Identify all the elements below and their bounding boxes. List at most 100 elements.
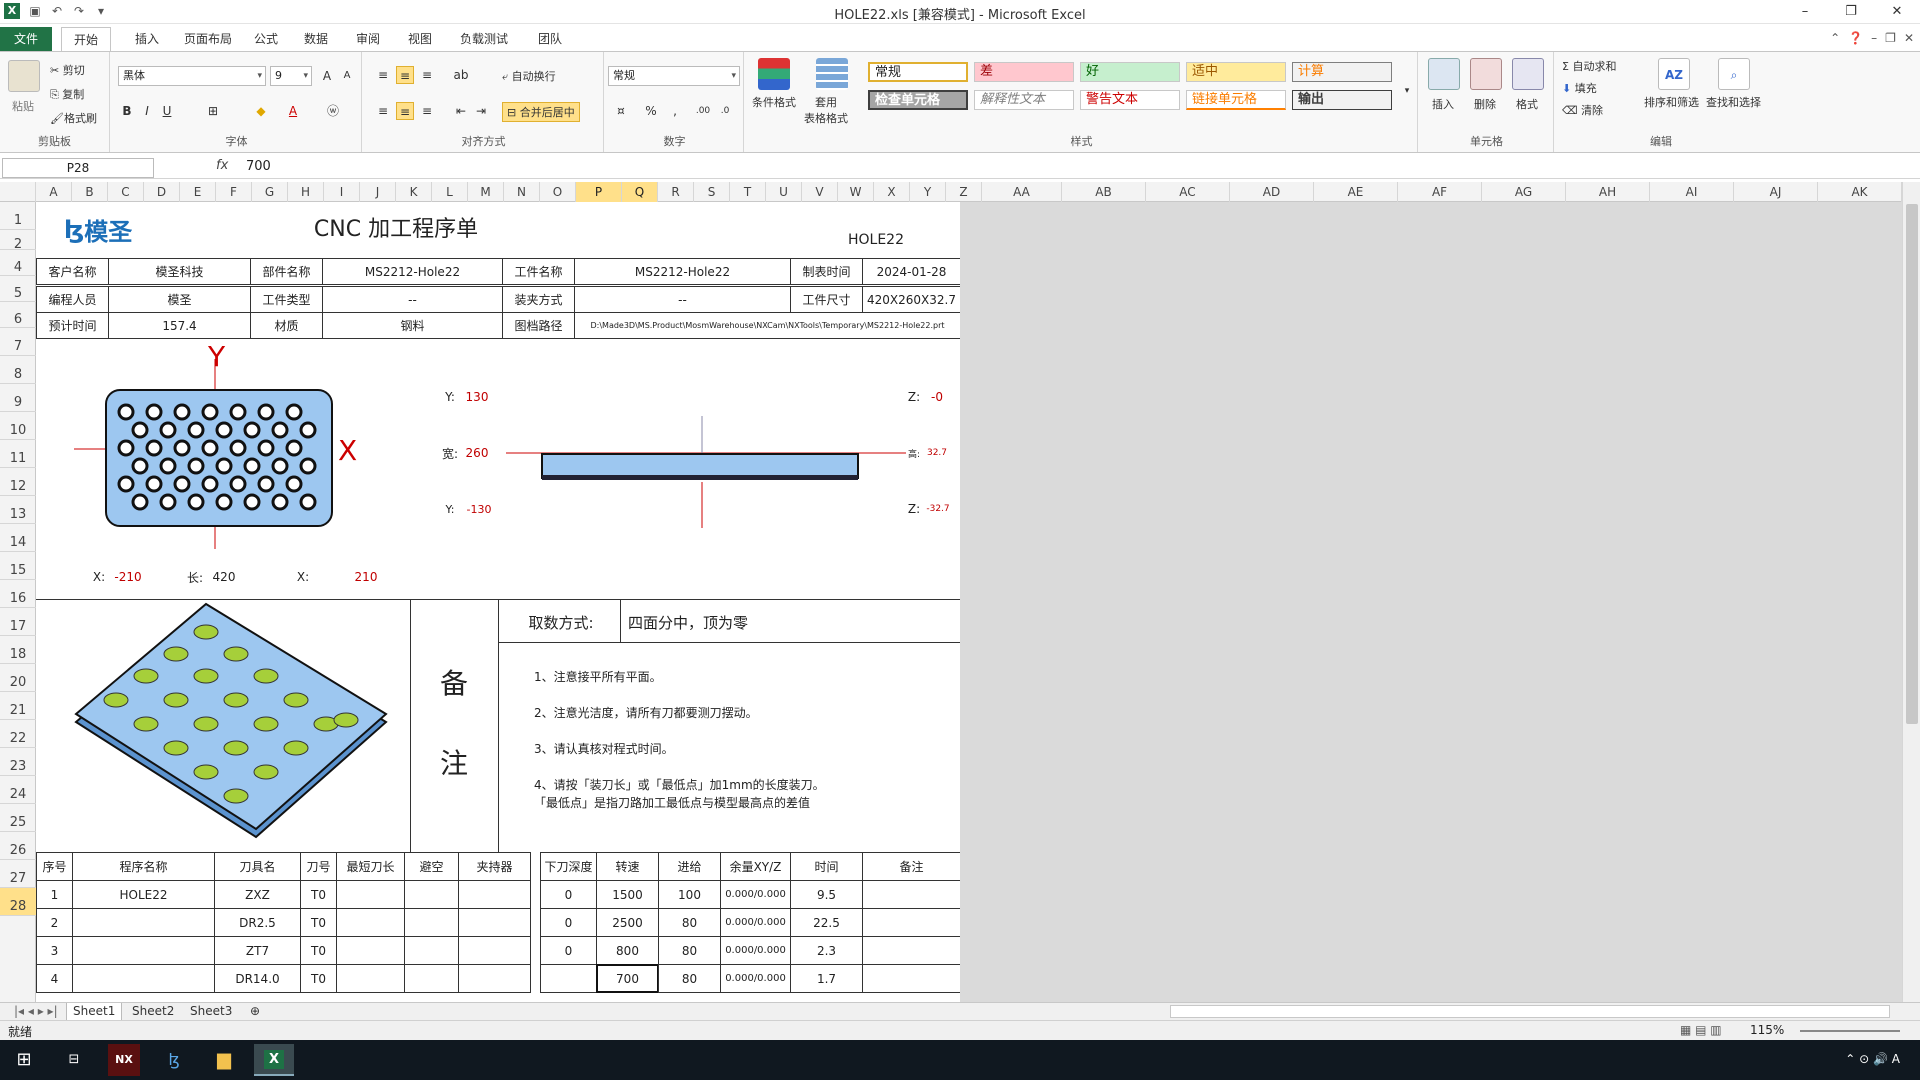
increase-indent-icon[interactable]: ⇥ xyxy=(472,102,490,120)
sheet-tab-2[interactable]: Sheet2 xyxy=(126,1003,180,1021)
col-header-d[interactable]: D xyxy=(144,182,180,202)
empty-sheet-area[interactable] xyxy=(960,202,1902,1002)
row-header-1[interactable]: 1 xyxy=(0,202,36,230)
table-cell-1-3[interactable]: T0 xyxy=(300,908,337,937)
col-header-c[interactable]: C xyxy=(108,182,144,202)
sort-filter-button[interactable]: 排序和筛选 xyxy=(1644,94,1699,110)
col-header-ak[interactable]: AK xyxy=(1818,182,1902,202)
col-header-n[interactable]: N xyxy=(504,182,540,202)
fill-button[interactable]: ⬇ 填充 xyxy=(1562,80,1597,96)
sort-filter-icon[interactable]: AZ xyxy=(1658,58,1690,90)
col-header-o[interactable]: O xyxy=(540,182,576,202)
col-header-u[interactable]: U xyxy=(766,182,802,202)
style-output[interactable]: 输出 xyxy=(1292,90,1392,110)
wb-restore-icon[interactable]: ❐ xyxy=(1885,31,1896,45)
insert-cells-icon[interactable] xyxy=(1428,58,1460,90)
tab-page-layout[interactable]: 页面布局 xyxy=(172,27,244,51)
format-button[interactable]: 格式 xyxy=(1516,96,1538,112)
row-header-7[interactable]: 7 xyxy=(0,328,36,356)
active-cell[interactable]: 700 xyxy=(596,964,659,993)
table-cell-2-8[interactable]: 800 xyxy=(596,936,659,965)
tab-team[interactable]: 团队 xyxy=(530,27,570,51)
table-header-7[interactable]: 下刀深度 xyxy=(540,852,597,881)
clear-button[interactable]: ⌫ 清除 xyxy=(1562,102,1603,118)
wb-close-icon[interactable]: ✕ xyxy=(1904,31,1914,45)
col-header-v[interactable]: V xyxy=(802,182,838,202)
info-cell-2-1[interactable]: 157.4 xyxy=(108,312,251,339)
info-cell-0-4[interactable]: 工件名称 xyxy=(502,258,575,285)
conditional-format-icon[interactable] xyxy=(758,58,790,90)
row-header-21[interactable]: 21 xyxy=(0,692,36,720)
col-header-q[interactable]: Q xyxy=(622,182,658,202)
table-cell-1-12[interactable] xyxy=(862,908,960,937)
info-cell-2-4[interactable]: 图档路径 xyxy=(502,312,575,339)
table-cell-2-0[interactable]: 3 xyxy=(36,936,73,965)
table-cell-0-6[interactable] xyxy=(458,880,531,909)
view-buttons-icon[interactable]: ▦ ▤ ▥ xyxy=(1680,1023,1722,1037)
style-linked-cell[interactable]: 链接单元格 xyxy=(1186,90,1286,110)
table-cell-2-2[interactable]: ZT7 xyxy=(214,936,301,965)
col-header-s[interactable]: S xyxy=(694,182,730,202)
nx-app-icon[interactable]: NX xyxy=(108,1044,140,1076)
autosum-button[interactable]: Σ 自动求和 xyxy=(1562,58,1616,74)
sheet-nav-icon[interactable]: |◂ ◂ ▸ ▸| xyxy=(8,1003,64,1021)
style-normal[interactable]: 常规 xyxy=(868,62,968,82)
table-cell-2-12[interactable] xyxy=(862,936,960,965)
col-header-z[interactable]: Z xyxy=(946,182,982,202)
row-header-18[interactable]: 18 xyxy=(0,636,36,664)
col-header-ac[interactable]: AC xyxy=(1146,182,1230,202)
info-cell-2-5[interactable]: D:\Made3D\MS.Product\MosmWarehouse\NXCam… xyxy=(574,312,960,339)
row-header-22[interactable]: 22 xyxy=(0,720,36,748)
table-cell-3-1[interactable] xyxy=(72,964,215,993)
tab-file[interactable]: 文件 xyxy=(0,27,52,51)
info-cell-0-1[interactable]: 模圣科技 xyxy=(108,258,251,285)
info-cell-1-3[interactable]: -- xyxy=(322,286,503,313)
info-cell-1-7[interactable]: 420X260X32.7 xyxy=(862,286,960,313)
minimize-button[interactable]: – xyxy=(1782,0,1828,24)
align-top-icon[interactable]: ≡ xyxy=(374,66,392,84)
table-header-4[interactable]: 最短刀长 xyxy=(336,852,405,881)
paste-button[interactable]: 粘贴 xyxy=(12,98,34,114)
col-header-aj[interactable]: AJ xyxy=(1734,182,1818,202)
table-cell-0-12[interactable] xyxy=(862,880,960,909)
file-explorer-icon[interactable]: ⊟ xyxy=(54,1044,94,1076)
percent-button[interactable]: % xyxy=(642,102,660,120)
row-header-13[interactable]: 13 xyxy=(0,496,36,524)
style-bad[interactable]: 差 xyxy=(974,62,1074,82)
row-header-10[interactable]: 10 xyxy=(0,412,36,440)
info-cell-2-2[interactable]: 材质 xyxy=(250,312,323,339)
font-name-select[interactable]: 黑体 xyxy=(118,66,266,86)
decrease-indent-icon[interactable]: ⇤ xyxy=(452,102,470,120)
row-header-24[interactable]: 24 xyxy=(0,776,36,804)
table-cell-2-5[interactable] xyxy=(404,936,459,965)
col-header-j[interactable]: J xyxy=(360,182,396,202)
merge-center-button[interactable]: ⊟ 合并后居中 xyxy=(502,102,580,122)
tab-load-test[interactable]: 负载测试 xyxy=(452,27,516,51)
col-header-g[interactable]: G xyxy=(252,182,288,202)
table-cell-1-7[interactable]: 0 xyxy=(540,908,597,937)
new-sheet-icon[interactable]: ⊕ xyxy=(244,1003,266,1021)
binoculars-icon[interactable]: ⌕ xyxy=(1718,58,1750,90)
col-header-f[interactable]: F xyxy=(216,182,252,202)
info-cell-0-5[interactable]: MS2212-Hole22 xyxy=(574,258,791,285)
comma-button[interactable]: , xyxy=(666,102,684,120)
col-header-p[interactable]: P xyxy=(576,182,622,202)
styles-more-icon[interactable]: ▾ xyxy=(1398,82,1416,100)
row-header-6[interactable]: 6 xyxy=(0,302,36,328)
system-tray-icon[interactable]: ⌃ ⊙ 🔊 A xyxy=(1845,1052,1900,1066)
table-cell-1-4[interactable] xyxy=(336,908,405,937)
col-header-i[interactable]: I xyxy=(324,182,360,202)
table-cell-0-10[interactable]: 0.000/0.000 xyxy=(720,880,791,909)
table-header-0[interactable]: 序号 xyxy=(36,852,73,881)
worksheet-area[interactable]: ɮ 模圣 CNC 加工程序单 HOLE22 客户名称 模圣科技 部件名称 MS2212-… xyxy=(36,202,960,1002)
table-cell-1-1[interactable] xyxy=(72,908,215,937)
table-header-3[interactable]: 刀号 xyxy=(300,852,337,881)
name-box[interactable]: P28 xyxy=(2,158,154,178)
tab-review[interactable]: 审阅 xyxy=(348,27,388,51)
table-header-11[interactable]: 时间 xyxy=(790,852,863,881)
horizontal-scrollbar[interactable] xyxy=(1170,1005,1890,1018)
info-cell-0-7[interactable]: 2024-01-28 xyxy=(862,258,960,285)
row-header-11[interactable]: 11 xyxy=(0,440,36,468)
col-header-y[interactable]: Y xyxy=(910,182,946,202)
zoom-level[interactable]: 115% xyxy=(1750,1023,1784,1037)
